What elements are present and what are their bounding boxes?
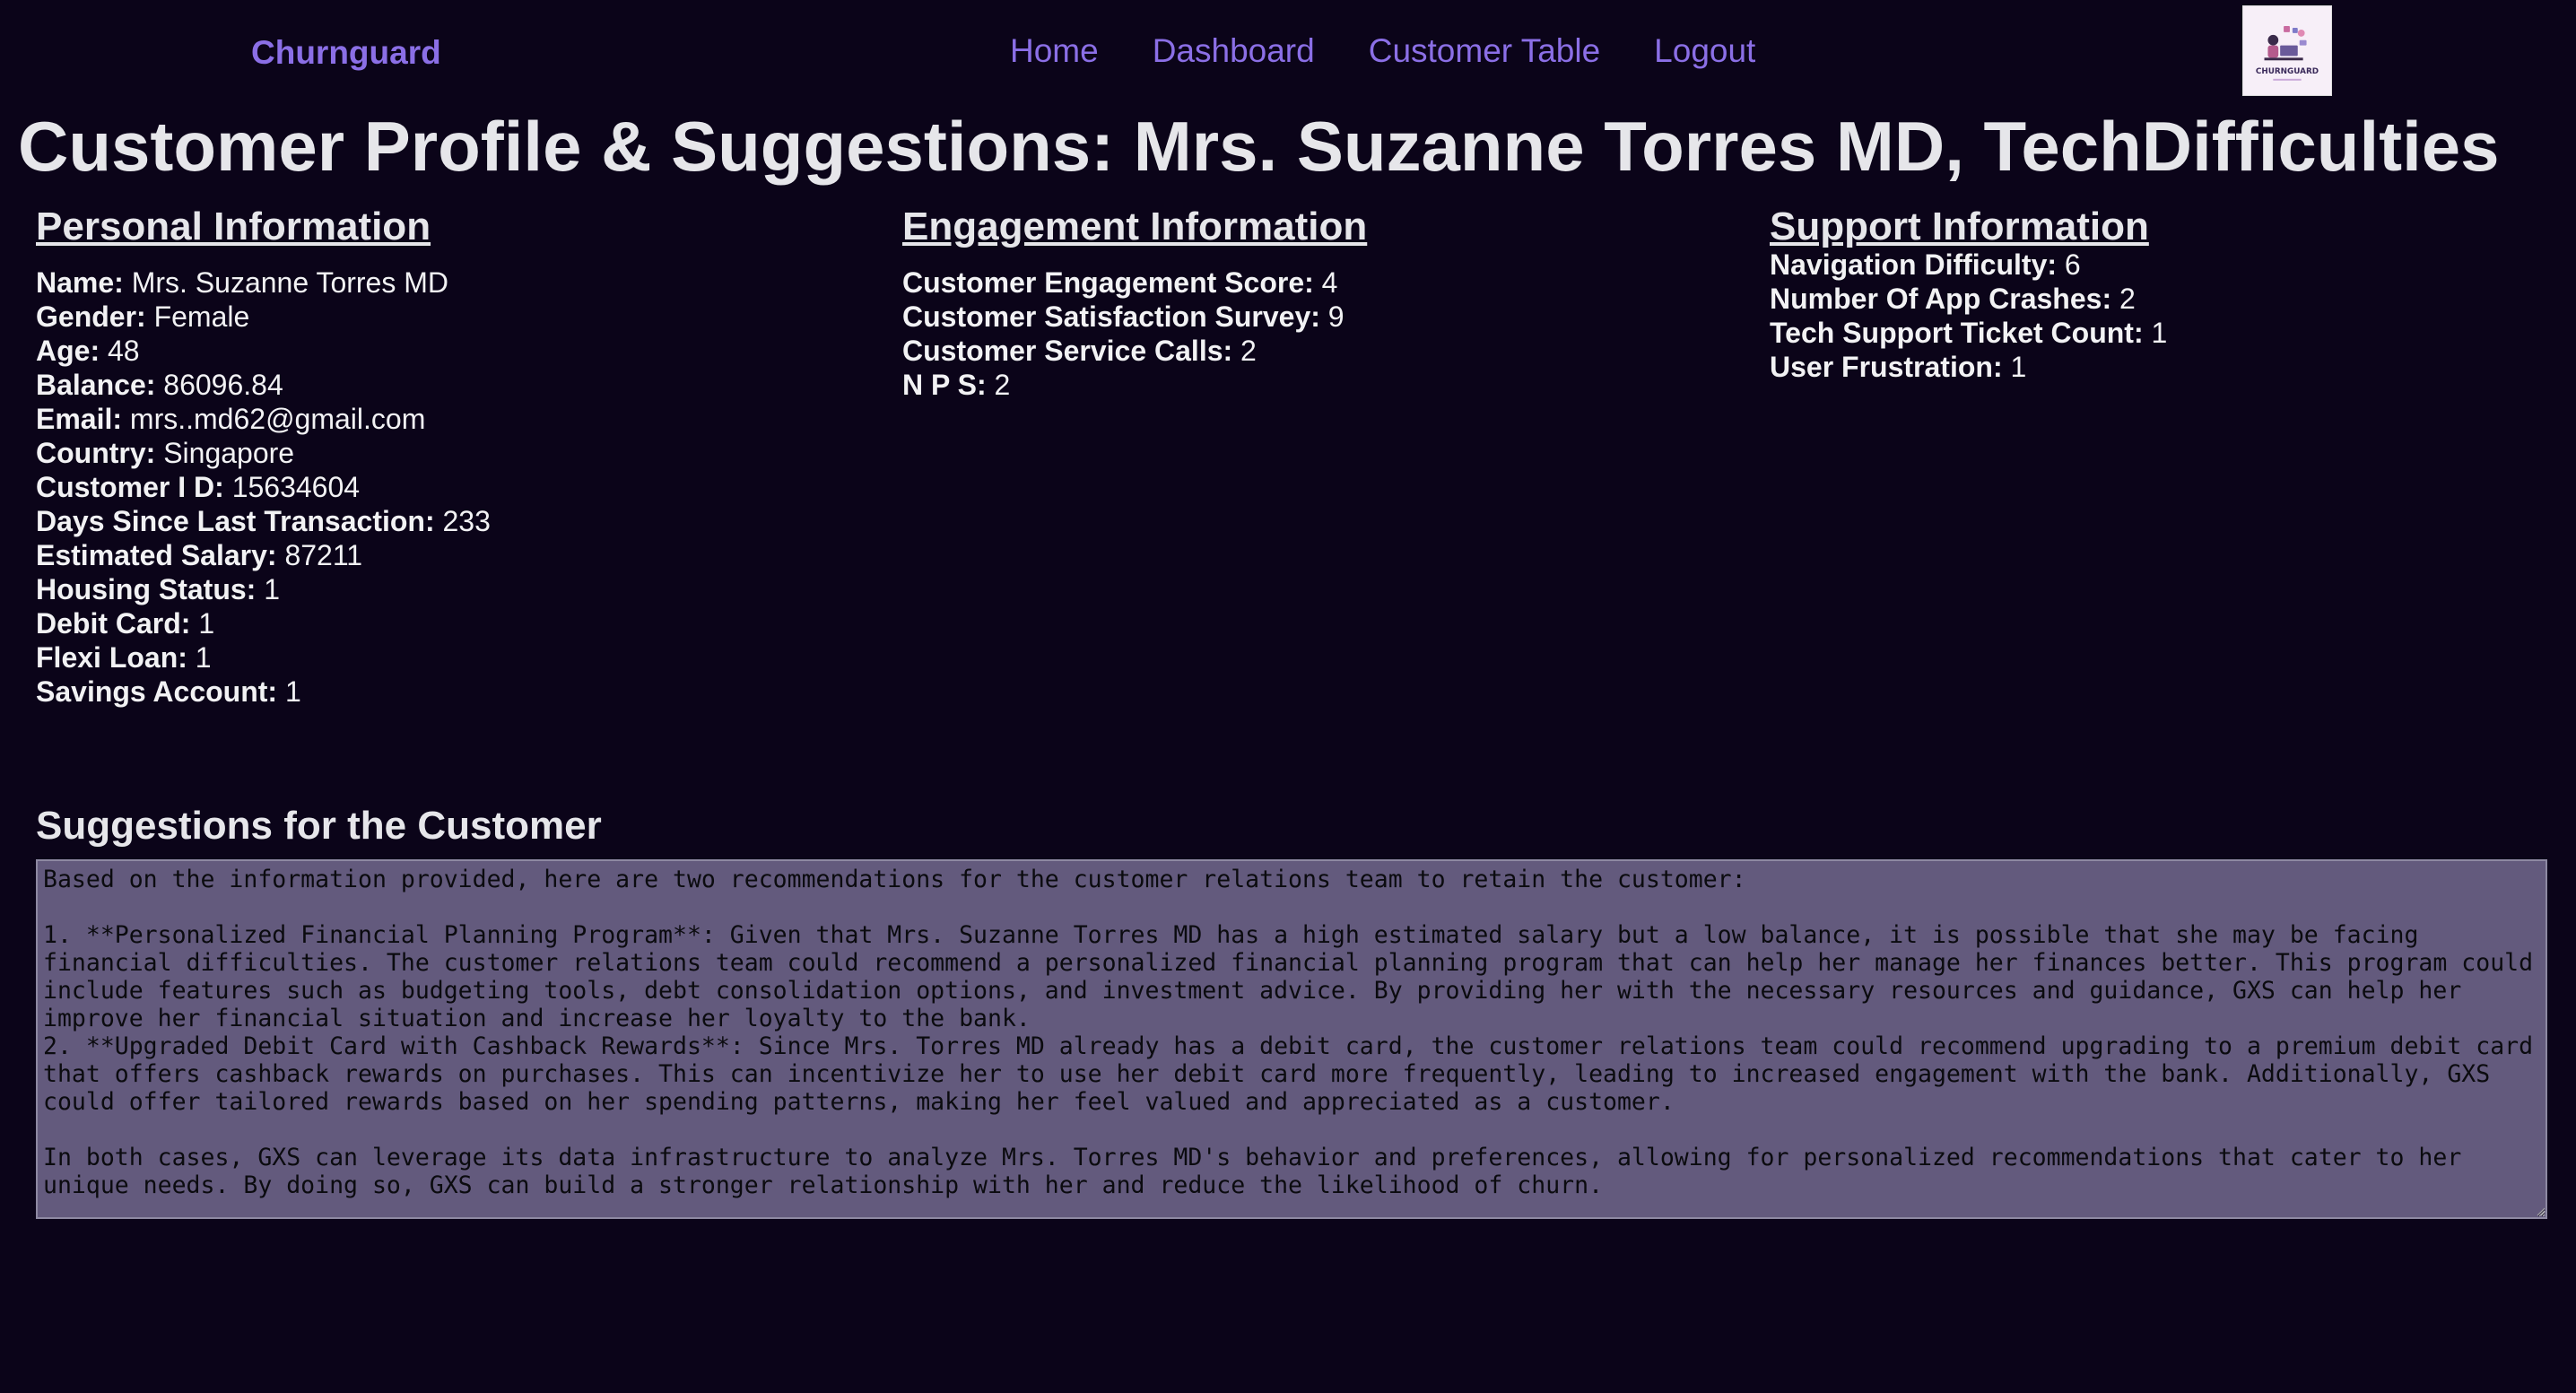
- field-customer-service-calls: Customer Service Calls: 2: [902, 335, 1257, 367]
- field-navigation-difficulty: Navigation Difficulty: 6: [1770, 248, 2081, 281]
- field-tech-support-ticket-count: Tech Support Ticket Count: 1: [1770, 317, 2168, 349]
- field-savings-account: Savings Account: 1: [36, 675, 301, 708]
- nav-logout-link[interactable]: Logout: [1654, 32, 1755, 70]
- field-flexi-loan: Flexi Loan: 1: [36, 641, 212, 674]
- field-name: Name: Mrs. Suzanne Torres MD: [36, 266, 448, 299]
- field-customer-engagement-score: Customer Engagement Score: 4: [902, 266, 1338, 299]
- page-title: Customer Profile & Suggestions: Mrs. Suz…: [18, 107, 2500, 186]
- support-information-heading: Support Information: [1770, 205, 2149, 248]
- engagement-field-list: Customer Engagement Score: 4 Customer Sa…: [902, 266, 1367, 402]
- field-balance: Balance: 86096.84: [36, 369, 283, 401]
- field-debit-card: Debit Card: 1: [36, 607, 215, 640]
- field-number-of-app-crashes: Number Of App Crashes: 2: [1770, 283, 2136, 315]
- support-field-list: Navigation Difficulty: 6 Number Of App C…: [1770, 248, 2167, 384]
- field-housing-status: Housing Status: 1: [36, 573, 281, 605]
- engagement-information-section: Engagement Information Customer Engageme…: [902, 205, 1367, 402]
- support-information-section: Support Information Navigation Difficult…: [1770, 205, 2167, 384]
- logo-illustration-icon: CHURNGUARD: [2243, 6, 2331, 95]
- field-age: Age: 48: [36, 335, 140, 367]
- field-customer-satisfaction-survey: Customer Satisfaction Survey: 9: [902, 300, 1345, 333]
- personal-information-heading: Personal Information: [36, 205, 431, 248]
- field-gender: Gender: Female: [36, 300, 250, 333]
- field-user-frustration: User Frustration: 1: [1770, 351, 2027, 383]
- resize-handle-icon[interactable]: [2535, 1206, 2546, 1216]
- brand-link[interactable]: Churnguard: [251, 34, 441, 72]
- engagement-information-heading: Engagement Information: [902, 205, 1368, 248]
- navbar: Churnguard Home Dashboard Customer Table…: [0, 0, 2576, 104]
- personal-field-list: Name: Mrs. Suzanne Torres MD Gender: Fem…: [36, 266, 491, 709]
- nav-customer-table-link[interactable]: Customer Table: [1369, 32, 1600, 70]
- churnguard-logo[interactable]: CHURNGUARD: [2242, 5, 2332, 96]
- suggestions-textarea[interactable]: Based on the information provided, here …: [36, 859, 2547, 1219]
- field-nps: N P S: 2: [902, 369, 1011, 401]
- suggestions-heading: Suggestions for the Customer: [36, 804, 602, 848]
- nav-home-link[interactable]: Home: [1010, 32, 1099, 70]
- nav-dashboard-link[interactable]: Dashboard: [1153, 32, 1315, 70]
- field-customer-id: Customer I D: 15634604: [36, 471, 361, 503]
- personal-information-section: Personal Information Name: Mrs. Suzanne …: [36, 205, 491, 709]
- field-email: Email: mrs..md62@gmail.com: [36, 403, 426, 435]
- field-country: Country: Singapore: [36, 437, 295, 469]
- nav-links: Home Dashboard Customer Table Logout: [1010, 32, 1755, 70]
- field-estimated-salary: Estimated Salary: 87211: [36, 539, 363, 571]
- field-days-since-last-transaction: Days Since Last Transaction: 233: [36, 505, 491, 537]
- logo-text: CHURNGUARD: [2256, 67, 2319, 76]
